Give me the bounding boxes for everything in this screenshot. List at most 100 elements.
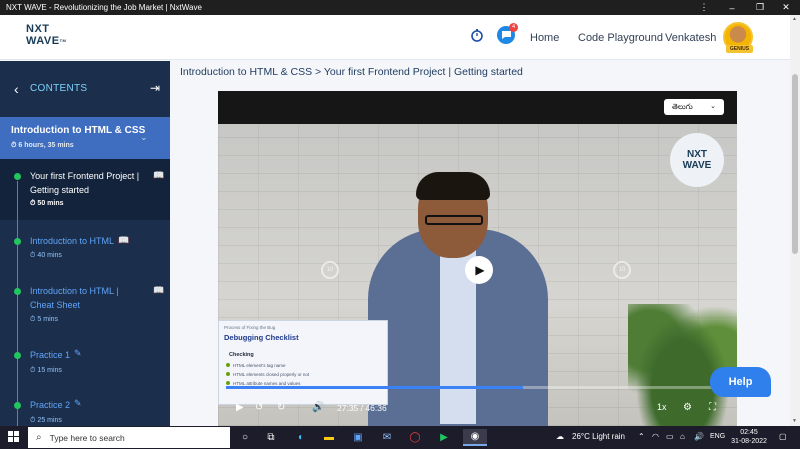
clock-time: 02:45 [740, 429, 758, 436]
window-title: NXT WAVE - Revolutionizing the Job Marke… [6, 3, 202, 12]
lesson-title: Introduction to HTML [30, 236, 115, 246]
nav-code-playground-link[interactable]: Code Playground [578, 32, 663, 44]
volume-icon[interactable]: 🔊 [312, 402, 324, 413]
lesson-title: Introduction to HTML | Cheat Sheet [30, 286, 119, 310]
pencil-icon: ✎ [74, 348, 82, 358]
windows-taskbar: ⌕ Type here to search ○ ⧉ ◐ ▬ ▣ ✉ ◯ ▶ ◉ … [0, 426, 800, 449]
wifi-icon[interactable]: ◠ [652, 432, 659, 441]
module-duration: 6 hours, 35 mins [18, 142, 74, 149]
taskbar-search-input[interactable]: ⌕ Type here to search [28, 427, 230, 448]
module-name: Introduction to HTML & CSS [11, 125, 146, 136]
battery-icon[interactable]: ▭ [666, 432, 674, 441]
help-button[interactable]: Help [710, 367, 771, 397]
rewind-10-icon[interactable]: 10 [321, 261, 339, 279]
windows-start-icon[interactable] [8, 431, 20, 443]
completed-icon [14, 352, 21, 359]
genius-badge: GENIUS [726, 45, 753, 53]
lesson-item-practice-2[interactable]: Practice 2 ✎ ⏱ 25 mins [0, 385, 170, 426]
total-time: 46:36 [365, 403, 387, 413]
completed-icon [14, 173, 21, 180]
lesson-duration: 25 mins [37, 417, 62, 424]
timeline-line [17, 220, 18, 270]
module-header[interactable]: Introduction to HTML & CSS ⏱ 6 hours, 35… [0, 117, 170, 159]
video-progress-bar[interactable] [226, 386, 729, 389]
forward-icon[interactable]: ↻ [277, 402, 285, 413]
scroll-up-arrow-icon[interactable]: ▲ [792, 16, 797, 22]
video-watermark-logo: NXT WAVE [670, 133, 724, 187]
fullscreen-icon[interactable]: ⛶ [709, 402, 716, 413]
time-display: 27:35 / 46:36 [337, 403, 387, 413]
search-icon: ⌕ [36, 432, 42, 443]
clock-date: 31-08-2022 [731, 438, 767, 445]
notifications-icon[interactable]: ▢ [779, 432, 787, 441]
contents-label: CONTENTS [30, 83, 88, 94]
current-time: 27:35 [337, 403, 359, 413]
logo-line2: WAVE [26, 35, 60, 47]
watermark-line1: NXT [687, 149, 707, 160]
collapse-sidebar-icon[interactable]: ⇥ [150, 81, 160, 95]
scroll-down-arrow-icon[interactable]: ▼ [792, 418, 797, 424]
taskbar-clock[interactable]: 02:45 31-08-2022 [730, 428, 768, 446]
speaker-icon[interactable]: 🔊 [694, 432, 704, 441]
play-control-icon[interactable]: ▶ [236, 402, 244, 413]
lesson-item-getting-started[interactable]: Your first Frontend Project | Getting st… [0, 159, 170, 220]
chevron-down-icon: ⌄ [710, 103, 716, 110]
clock-icon: ⏱ [30, 417, 36, 424]
mail-icon[interactable]: ✉ [378, 429, 396, 446]
completed-icon [14, 288, 21, 295]
video-frame[interactable]: NXT WAVE 10 ▶ 10 Process of Fixing the Bu… [218, 124, 737, 426]
back-arrow-icon[interactable]: ‹ [14, 81, 19, 97]
restore-button[interactable]: ❐ [746, 0, 774, 15]
forward-10-icon[interactable]: 10 [613, 261, 631, 279]
user-name[interactable]: Venkatesh [665, 32, 716, 44]
page-scrollbar[interactable]: ▲ ▼ [790, 15, 800, 426]
language-selected: తెలుగు [672, 101, 693, 111]
close-window-button[interactable]: ✕ [772, 0, 800, 15]
lesson-item-intro-html[interactable]: Introduction to HTML 📖 ⏱ 40 mins [0, 220, 170, 270]
window-title-bar: NXT WAVE - Revolutionizing the Job Marke… [0, 0, 800, 15]
edge-icon[interactable]: ◐ [292, 429, 310, 446]
play-store-icon[interactable]: ▶ [435, 429, 453, 446]
video-player[interactable]: తెలుగు ⌄ NXT WAVE 10 ▶ 10 Process of Fixi… [218, 91, 737, 426]
lesson-title: Practice 1 [30, 350, 71, 360]
time-separator: / [360, 403, 364, 413]
play-icon[interactable]: ▶ [465, 256, 493, 284]
lesson-title: Your first Frontend Project | Getting st… [30, 171, 140, 195]
slide-item: HTML element's tag name [225, 363, 286, 368]
language-select[interactable]: తెలుగు ⌄ [664, 99, 724, 115]
opera-icon[interactable]: ◯ [406, 429, 424, 446]
timeline-line [17, 335, 18, 385]
settings-gear-icon[interactable]: ⚙ [683, 402, 692, 413]
stopwatch-icon[interactable] [468, 26, 486, 44]
presenter-glasses [425, 215, 483, 225]
lesson-item-cheat-sheet[interactable]: Introduction to HTML | Cheat Sheet 📖 ⏱ 5… [0, 270, 170, 335]
presenter-hair [416, 172, 490, 200]
progress-fill [226, 386, 523, 389]
chevron-down-icon[interactable]: ⌄ [140, 132, 148, 143]
rewind-icon[interactable]: ↺ [255, 402, 263, 413]
weather-text[interactable]: 26°C Light rain [572, 432, 625, 441]
nav-home-link[interactable]: Home [530, 32, 559, 44]
input-language[interactable]: ENG [710, 433, 725, 440]
window-menu-button[interactable]: ⋮ [690, 0, 718, 15]
nxtwave-logo[interactable]: NXT WAVETM [26, 23, 66, 47]
network-icon[interactable]: ⌂ [680, 432, 685, 441]
slide-title: Debugging Checklist [224, 333, 299, 342]
chevron-up-icon[interactable]: ⌃ [638, 432, 645, 441]
scrollbar-thumb[interactable] [792, 74, 798, 254]
cortana-icon[interactable]: ○ [236, 429, 254, 446]
nxtwave-app-icon[interactable]: ◉ [463, 429, 487, 446]
book-icon: 📖 [118, 235, 130, 245]
video-controls: ▶ ↺ ↻ 🔊 27:35 / 46:36 1x ⚙ ⛶ [218, 394, 737, 422]
slide-subtitle: Checking [229, 352, 254, 358]
video-top-bar: తెలుగు ⌄ [218, 91, 737, 124]
minimize-button[interactable]: – [718, 0, 746, 15]
sidebar-header: ‹ CONTENTS ⇥ [0, 61, 170, 117]
file-explorer-icon[interactable]: ▬ [320, 429, 338, 446]
playback-speed-button[interactable]: 1x [657, 402, 667, 412]
lesson-item-practice-1[interactable]: Practice 1 ✎ ⏱ 15 mins [0, 335, 170, 385]
weather-icon[interactable]: ☁ [556, 432, 564, 441]
breadcrumb: Introduction to HTML & CSS > Your first … [180, 66, 523, 78]
store-icon[interactable]: ▣ [349, 429, 367, 446]
task-view-icon[interactable]: ⧉ [262, 429, 280, 446]
